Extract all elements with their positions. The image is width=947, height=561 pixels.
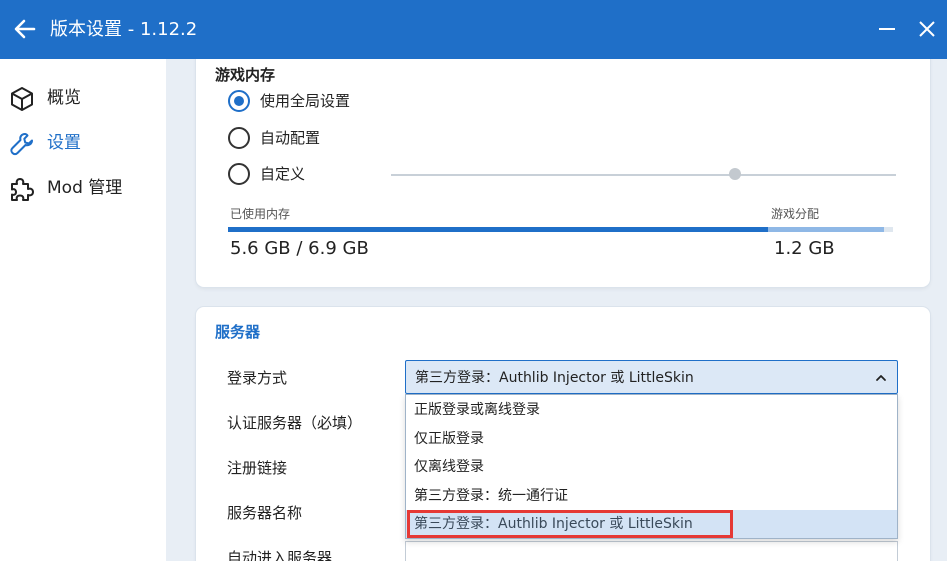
sidebar-item-label: 设置 xyxy=(47,133,81,153)
title-bar: 版本设置 - 1.12.2 xyxy=(0,0,947,59)
sidebar-item-label: 概览 xyxy=(47,88,81,108)
memory-card-title: 游戏内存 xyxy=(215,66,276,84)
memory-allocated-fill xyxy=(767,227,884,232)
radio-unchecked-icon[interactable] xyxy=(228,127,250,149)
login-method-dropdown: 正版登录或离线登录 仅正版登录 仅离线登录 第三方登录：统一通行证 第三方登录：… xyxy=(405,394,898,539)
register-link-label: 注册链接 xyxy=(227,459,288,477)
dropdown-option-label: 仅正版登录 xyxy=(414,431,484,447)
dropdown-option-label: 第三方登录：统一通行证 xyxy=(414,488,568,504)
dropdown-option-official-or-offline[interactable]: 正版登录或离线登录 xyxy=(406,396,897,424)
radio-label: 自定义 xyxy=(260,165,306,183)
dropdown-option-official-only[interactable]: 仅正版登录 xyxy=(406,425,897,453)
used-memory-value: 5.6 GB / 6.9 GB xyxy=(230,238,369,259)
close-icon xyxy=(919,21,935,37)
memory-usage-bar xyxy=(228,227,893,232)
sidebar-item-label: Mod 管理 xyxy=(47,178,123,198)
minimize-button[interactable] xyxy=(876,18,898,40)
window-title: 版本设置 - 1.12.2 xyxy=(50,19,198,40)
sidebar-item-overview[interactable]: 概览 xyxy=(0,77,166,117)
radio-checked-icon[interactable] xyxy=(228,90,250,112)
radio-label: 使用全局设置 xyxy=(260,92,351,110)
dropdown-option-third-party-unified[interactable]: 第三方登录：统一通行证 xyxy=(406,482,897,510)
sidebar-item-settings[interactable]: 设置 xyxy=(0,122,166,162)
sidebar: 概览 设置 Mod 管理 xyxy=(0,59,166,561)
minimize-icon xyxy=(879,28,895,30)
sidebar-item-mod-management[interactable]: Mod 管理 xyxy=(0,167,166,207)
allocated-memory-label: 游戏分配 xyxy=(771,207,820,221)
login-method-value: 第三方登录：Authlib Injector 或 LittleSkin xyxy=(415,370,694,386)
settings-content[interactable]: 游戏内存 使用全局设置 自动配置 自定义 已使用内存 游戏分配 5.6 GB /… xyxy=(166,59,947,561)
auth-server-label: 认证服务器（必填） xyxy=(227,414,363,432)
close-button[interactable] xyxy=(916,18,938,40)
server-card: 服务器 登录方式 认证服务器（必填） 注册链接 服务器名称 自动进入服务器 第三… xyxy=(196,307,930,561)
memory-slider-thumb[interactable] xyxy=(729,168,741,180)
puzzle-icon xyxy=(11,178,34,201)
dropdown-option-offline-only[interactable]: 仅离线登录 xyxy=(406,453,897,481)
memory-card: 游戏内存 使用全局设置 自动配置 自定义 已使用内存 游戏分配 5.6 GB /… xyxy=(196,59,930,287)
dropdown-option-label: 正版登录或离线登录 xyxy=(414,402,540,418)
auto-join-server-label: 自动进入服务器 xyxy=(227,549,333,561)
radio-unchecked-icon[interactable] xyxy=(228,163,250,185)
server-card-title: 服务器 xyxy=(215,323,261,341)
used-memory-label: 已使用内存 xyxy=(230,207,291,221)
wrench-icon xyxy=(10,133,33,156)
auto-join-server-input[interactable] xyxy=(405,541,898,561)
arrow-left-icon xyxy=(14,19,36,39)
selection-highlight-box xyxy=(407,510,733,538)
cube-icon xyxy=(11,87,33,111)
chevron-up-icon xyxy=(876,375,886,381)
radio-label: 自动配置 xyxy=(260,129,321,147)
server-name-label: 服务器名称 xyxy=(227,504,303,522)
allocated-memory-value: 1.2 GB xyxy=(774,238,835,259)
memory-slider-track[interactable] xyxy=(391,174,896,176)
login-method-label: 登录方式 xyxy=(227,369,288,387)
login-method-select[interactable]: 第三方登录：Authlib Injector 或 LittleSkin xyxy=(405,360,898,394)
memory-used-fill xyxy=(228,227,768,232)
dropdown-option-label: 仅离线登录 xyxy=(414,459,484,475)
back-button[interactable] xyxy=(10,14,40,44)
